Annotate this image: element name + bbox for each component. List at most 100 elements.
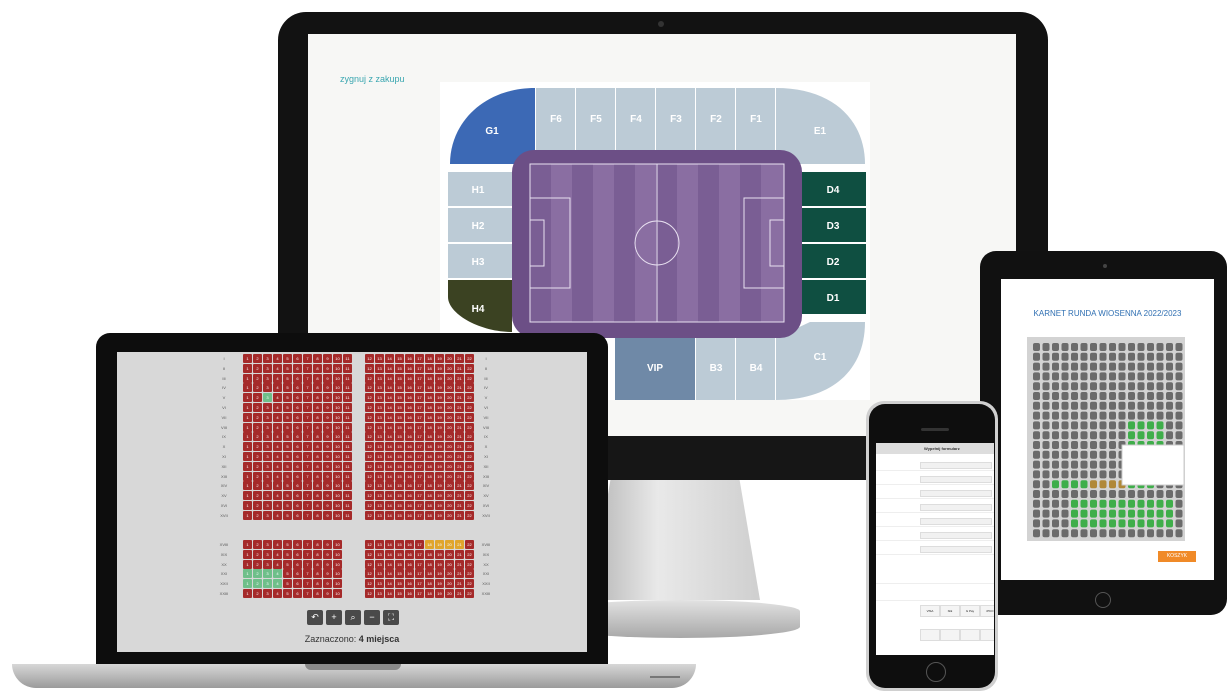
seat[interactable]: 9 (323, 432, 332, 442)
seat[interactable]: 17 (415, 481, 424, 491)
tablet-seat[interactable] (1080, 392, 1088, 400)
seat[interactable]: 9 (323, 559, 332, 569)
seat[interactable]: 10 (333, 559, 342, 569)
tablet-seat[interactable] (1052, 490, 1059, 498)
tablet-seat[interactable] (1033, 411, 1040, 420)
seat[interactable]: 9 (323, 373, 332, 383)
seat[interactable]: 20 (445, 452, 454, 461)
tablet-seat[interactable] (1147, 499, 1154, 508)
seat[interactable]: 14 (385, 432, 394, 442)
seat[interactable]: 3 (263, 393, 272, 403)
seat[interactable]: 10 (333, 442, 342, 452)
seat[interactable]: 3 (263, 442, 272, 452)
seat[interactable]: 15 (395, 510, 404, 520)
tablet-seat[interactable] (1137, 421, 1145, 430)
seat[interactable]: 15 (395, 471, 404, 481)
seat[interactable]: 20 (445, 501, 454, 510)
seat[interactable]: 11 (343, 452, 352, 461)
tablet-seat[interactable] (1033, 372, 1040, 381)
seat[interactable]: 10 (333, 393, 342, 403)
tablet-seat[interactable] (1156, 499, 1164, 508)
seat[interactable]: 18 (425, 471, 434, 481)
tablet-seat[interactable] (1052, 441, 1059, 449)
seat[interactable]: 22 (465, 501, 474, 510)
tablet-seat[interactable] (1099, 450, 1107, 459)
seat[interactable]: 9 (323, 481, 332, 491)
tablet-seat[interactable] (1109, 519, 1116, 528)
seat[interactable]: 16 (405, 442, 414, 452)
seat[interactable]: 21 (455, 412, 464, 422)
seat[interactable]: 4 (273, 363, 282, 373)
tablet-seat[interactable] (1071, 392, 1078, 400)
tablet-seat[interactable] (1090, 401, 1097, 410)
seat[interactable]: 8 (313, 589, 322, 598)
seat[interactable]: 7 (303, 540, 312, 549)
seat[interactable]: 13 (375, 363, 384, 373)
seat[interactable]: 2 (253, 393, 262, 403)
seat[interactable]: 22 (465, 461, 474, 471)
tablet-seat[interactable] (1118, 529, 1126, 538)
seat[interactable]: 8 (313, 383, 322, 393)
tablet-seat[interactable] (1052, 519, 1059, 528)
tablet-seat[interactable] (1099, 372, 1107, 381)
tablet-seat[interactable] (1118, 411, 1126, 420)
seat[interactable]: 9 (323, 549, 332, 559)
seat[interactable]: 2 (253, 549, 262, 559)
seat[interactable]: 5 (283, 354, 292, 363)
seat[interactable]: 14 (385, 491, 394, 501)
tablet-seat[interactable] (1109, 441, 1116, 449)
seat[interactable]: 17 (415, 559, 424, 569)
seat[interactable]: 12 (365, 510, 374, 520)
seat[interactable]: 22 (465, 383, 474, 393)
seat[interactable]: 6 (293, 559, 302, 569)
seat[interactable]: 12 (365, 432, 374, 442)
tablet-seat[interactable] (1156, 392, 1164, 400)
tablet-seat[interactable] (1156, 490, 1164, 498)
tablet-seat[interactable] (1128, 401, 1135, 410)
tablet-seat[interactable] (1118, 519, 1126, 528)
tablet-seat[interactable] (1061, 490, 1069, 498)
seat[interactable]: 1 (243, 373, 252, 383)
seat[interactable]: 5 (283, 569, 292, 579)
seat[interactable]: 2 (253, 569, 262, 579)
seat[interactable]: 9 (323, 510, 332, 520)
seat[interactable]: 19 (435, 471, 444, 481)
tablet-seat[interactable] (1118, 343, 1126, 351)
seat[interactable]: 22 (465, 579, 474, 589)
seat[interactable]: 9 (323, 471, 332, 481)
tablet-seat[interactable] (1128, 509, 1135, 518)
tablet-seat[interactable] (1071, 352, 1078, 361)
tablet-seat[interactable] (1166, 529, 1173, 538)
seat[interactable]: 17 (415, 354, 424, 363)
seat[interactable]: 2 (253, 501, 262, 510)
seat[interactable]: 22 (465, 412, 474, 422)
tablet-seat[interactable] (1137, 392, 1145, 400)
seat[interactable]: 7 (303, 569, 312, 579)
tablet-seat[interactable] (1080, 382, 1088, 391)
seat[interactable]: 16 (405, 471, 414, 481)
seat[interactable]: 8 (313, 481, 322, 491)
tablet-seat[interactable] (1156, 529, 1164, 538)
seat[interactable]: 11 (343, 363, 352, 373)
tablet-seat[interactable] (1128, 490, 1135, 498)
seat[interactable]: 3 (263, 559, 272, 569)
seat[interactable]: 15 (395, 412, 404, 422)
tablet-seat[interactable] (1166, 509, 1173, 518)
seat[interactable]: 13 (375, 501, 384, 510)
seat[interactable]: 8 (313, 373, 322, 383)
tablet-seat[interactable] (1118, 499, 1126, 508)
tablet-seat[interactable] (1061, 470, 1069, 479)
tablet-seat[interactable] (1080, 529, 1088, 538)
seat[interactable]: 19 (435, 373, 444, 383)
tablet-seat[interactable] (1118, 352, 1126, 361)
seat[interactable]: 16 (405, 491, 414, 501)
seat[interactable]: 10 (333, 383, 342, 393)
seat[interactable]: 8 (313, 569, 322, 579)
seat[interactable]: 7 (303, 403, 312, 412)
seat[interactable]: 12 (365, 559, 374, 569)
tablet-seat[interactable] (1166, 519, 1173, 528)
tablet-seat[interactable] (1099, 441, 1107, 449)
tablet-seat[interactable] (1175, 362, 1183, 371)
seat[interactable]: 9 (323, 363, 332, 373)
seat[interactable]: 22 (465, 363, 474, 373)
